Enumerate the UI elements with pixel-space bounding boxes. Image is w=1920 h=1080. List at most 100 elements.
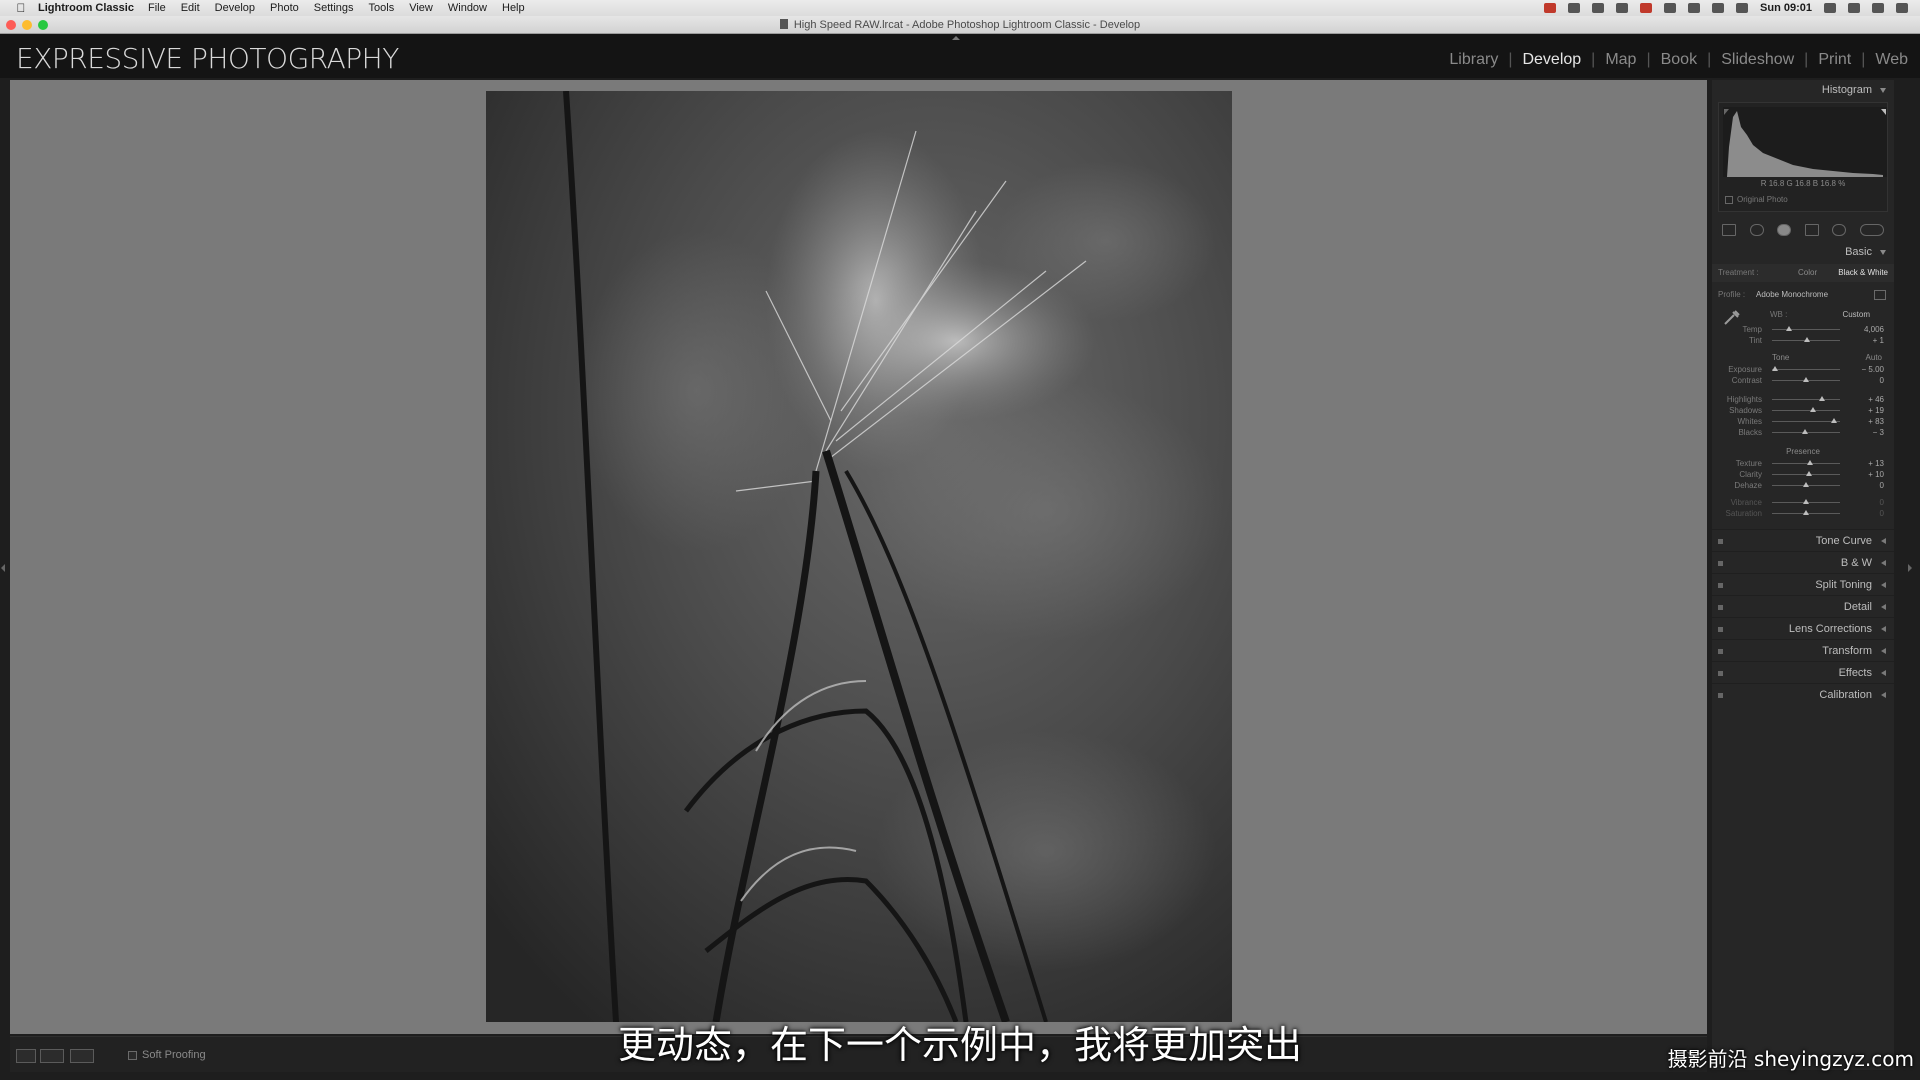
slider-value[interactable]: 0 [1844, 480, 1884, 491]
section-toggle-icon[interactable] [1718, 561, 1723, 566]
status-volume-icon[interactable] [1688, 3, 1701, 13]
menu-edit[interactable]: Edit [181, 2, 200, 14]
module-library[interactable]: Library [1449, 51, 1498, 69]
window-close-button[interactable] [6, 20, 16, 30]
slider-thumb[interactable] [1809, 407, 1816, 412]
slider-thumb[interactable] [1806, 471, 1813, 476]
slider-thumb[interactable] [1803, 377, 1809, 382]
slider-thumb[interactable] [1803, 499, 1809, 504]
section-toggle-icon[interactable] [1718, 671, 1723, 676]
slider-thumb[interactable] [1803, 482, 1809, 487]
menu-photo[interactable]: Photo [270, 2, 299, 14]
status-time-machine-icon[interactable] [1664, 3, 1677, 13]
module-develop[interactable]: Develop [1522, 51, 1581, 69]
slider-contrast[interactable]: Contrast 0 [1712, 375, 1894, 386]
expand-triangle-icon[interactable] [1881, 604, 1886, 610]
collapse-triangle-icon[interactable] [1880, 250, 1886, 255]
section-toggle-icon[interactable] [1718, 627, 1723, 632]
radial-filter-icon[interactable] [1832, 224, 1847, 236]
slider-value[interactable]: + 46 [1844, 394, 1884, 405]
status-display-icon[interactable] [1616, 3, 1629, 13]
slider-temp[interactable]: Temp 4,006 [1712, 324, 1894, 335]
section-toggle-icon[interactable] [1718, 605, 1723, 610]
crop-tool-icon[interactable] [1722, 224, 1736, 236]
menu-tools[interactable]: Tools [369, 2, 395, 14]
spotlight-search-icon[interactable] [1848, 3, 1860, 13]
expand-triangle-icon[interactable] [1881, 538, 1886, 544]
slider-track[interactable] [1772, 460, 1840, 465]
red-eye-tool-icon[interactable] [1777, 224, 1792, 236]
original-photo-toggle[interactable]: Original Photo [1725, 195, 1788, 204]
expand-left-panel-icon[interactable] [1, 564, 5, 572]
apple-icon[interactable]:  [14, 1, 28, 15]
status-flag-icon[interactable] [1824, 3, 1836, 13]
collapse-top-panel-icon[interactable] [952, 36, 960, 40]
treatment-bw-button[interactable]: Black & White [1838, 264, 1888, 282]
slider-texture[interactable]: Texture + 13 [1712, 458, 1894, 469]
notification-center-icon[interactable] [1896, 3, 1908, 13]
collapse-right-panel-icon[interactable] [1908, 564, 1912, 572]
slider-track[interactable] [1772, 499, 1840, 504]
original-photo-checkbox[interactable] [1725, 195, 1733, 204]
auto-tone-button[interactable]: Auto [1866, 352, 1882, 364]
slider-thumb[interactable] [1772, 366, 1779, 371]
menu-develop[interactable]: Develop [215, 2, 255, 14]
section-toggle-icon[interactable] [1718, 539, 1723, 544]
slider-highlights[interactable]: Highlights + 46 [1712, 394, 1894, 405]
slider-track[interactable] [1772, 471, 1840, 476]
menu-file[interactable]: File [148, 2, 166, 14]
slider-value[interactable]: + 1 [1844, 335, 1884, 346]
expand-triangle-icon[interactable] [1881, 692, 1886, 698]
module-print[interactable]: Print [1818, 51, 1851, 69]
section-split-toning[interactable]: Split Toning [1712, 573, 1894, 595]
status-app-icon[interactable] [1544, 3, 1557, 13]
slider-thumb[interactable] [1807, 460, 1814, 465]
histogram-header[interactable]: Histogram [1712, 80, 1894, 100]
status-record-icon[interactable] [1640, 3, 1653, 13]
menu-app-name[interactable]: Lightroom Classic [38, 2, 134, 14]
menu-settings[interactable]: Settings [314, 2, 354, 14]
wb-select[interactable]: Custom [1842, 306, 1870, 324]
slider-whites[interactable]: Whites + 83 [1712, 416, 1894, 427]
expand-triangle-icon[interactable] [1881, 626, 1886, 632]
siri-icon[interactable] [1872, 3, 1884, 13]
section-transform[interactable]: Transform [1712, 639, 1894, 661]
slider-thumb[interactable] [1803, 337, 1810, 342]
slider-shadows[interactable]: Shadows + 19 [1712, 405, 1894, 416]
slider-value[interactable]: − 5.00 [1844, 364, 1884, 375]
slider-tint[interactable]: Tint + 1 [1712, 335, 1894, 346]
menu-window[interactable]: Window [448, 2, 487, 14]
window-maximize-button[interactable] [38, 20, 48, 30]
collapse-triangle-icon[interactable] [1880, 88, 1886, 93]
section-toggle-icon[interactable] [1718, 693, 1723, 698]
slider-track[interactable] [1772, 418, 1840, 423]
status-cloud-icon[interactable] [1592, 3, 1605, 13]
slider-blacks[interactable]: Blacks − 3 [1712, 427, 1894, 438]
module-book[interactable]: Book [1661, 51, 1697, 69]
slider-value[interactable]: 0 [1844, 508, 1884, 519]
expand-triangle-icon[interactable] [1881, 582, 1886, 588]
menu-clock[interactable]: Sun 09:01 [1760, 2, 1812, 14]
menu-view[interactable]: View [409, 2, 433, 14]
histogram[interactable]: R 16.8 G 16.8 B 16.8 % Original Photo [1718, 102, 1888, 212]
slider-track[interactable] [1772, 337, 1840, 342]
slider-value[interactable]: 4,006 [1844, 324, 1884, 335]
slider-track[interactable] [1772, 482, 1840, 487]
section-detail[interactable]: Detail [1712, 595, 1894, 617]
module-map[interactable]: Map [1605, 51, 1636, 69]
expand-triangle-icon[interactable] [1881, 670, 1886, 676]
slider-thumb[interactable] [1803, 510, 1809, 515]
menu-help[interactable]: Help [502, 2, 525, 14]
section-effects[interactable]: Effects [1712, 661, 1894, 683]
status-bluetooth-icon[interactable] [1568, 3, 1581, 13]
slider-track[interactable] [1772, 326, 1840, 331]
module-web[interactable]: Web [1875, 51, 1908, 69]
basic-header[interactable]: Basic [1712, 242, 1894, 262]
profile-select[interactable]: Adobe Monochrome [1756, 284, 1828, 306]
slider-value[interactable]: + 13 [1844, 458, 1884, 469]
slider-thumb[interactable] [1786, 326, 1792, 331]
slider-value[interactable]: + 10 [1844, 469, 1884, 480]
section-tone-curve[interactable]: Tone Curve [1712, 529, 1894, 551]
treatment-color-button[interactable]: Color [1798, 264, 1817, 282]
section-toggle-icon[interactable] [1718, 649, 1723, 654]
